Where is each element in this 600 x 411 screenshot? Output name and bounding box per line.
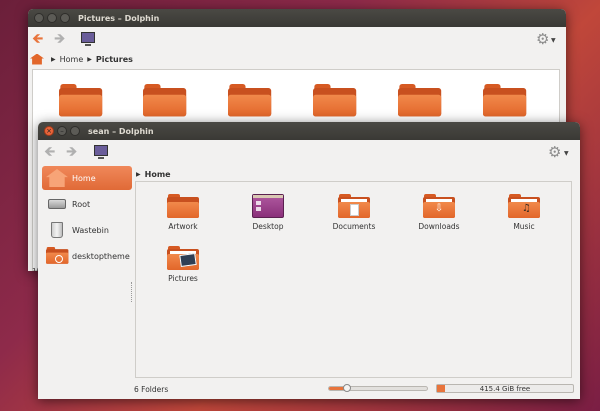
folder-icon [167, 194, 199, 218]
panel-splitter[interactable] [131, 282, 134, 302]
zoom-slider-handle[interactable] [342, 384, 351, 392]
drive-icon [46, 195, 68, 213]
folder-item-music[interactable]: ♫ Music [494, 194, 554, 231]
front-window-titlebar[interactable]: × – sean – Dolphin [38, 122, 580, 140]
chevron-right-icon: ▶ [87, 55, 92, 63]
folder-music-icon: ♫ [508, 194, 540, 218]
monitor-icon[interactable] [94, 145, 108, 159]
breadcrumb: ▶ Home ▶ Pictures [28, 51, 566, 67]
breadcrumb: ▶ Home [136, 166, 171, 182]
sidebar-item-root[interactable]: Root [42, 192, 132, 216]
folder-documents-icon [338, 194, 370, 218]
back-arrow-icon[interactable]: 🡸 [44, 145, 55, 159]
folder-item-documents[interactable]: Documents [324, 194, 384, 231]
sidebar-item-label: Wastebin [72, 225, 109, 235]
sidebar-item-label: desktoptheme [72, 251, 130, 261]
minimize-button[interactable]: – [57, 126, 67, 136]
sidebar-item-wastebin[interactable]: Wastebin [42, 218, 132, 242]
free-space-label: 415.4 GiB free [479, 385, 531, 393]
folder-icon[interactable] [313, 84, 357, 117]
folder-label: Desktop [252, 222, 284, 231]
places-panel: Home Root Wastebin desktoptheme [42, 166, 132, 383]
folder-label: Music [513, 222, 535, 231]
sidebar-item-home[interactable]: Home [42, 166, 132, 190]
folder-item-artwork[interactable]: Artwork [153, 194, 213, 231]
maximize-button[interactable] [70, 126, 80, 136]
folder-label: Documents [332, 222, 376, 231]
folder-label: Pictures [168, 274, 198, 283]
chevron-down-icon[interactable]: ▼ [551, 37, 556, 44]
forward-arrow-icon[interactable]: 🡺 [66, 145, 77, 159]
file-view[interactable]: Artwork Desktop Documents ⇩ Downloads ♫ … [135, 181, 572, 378]
back-arrow-icon[interactable]: 🡸 [32, 32, 43, 46]
front-window[interactable]: × – sean – Dolphin 🡸 🡺 ⚙ ▼ Home Root Was… [38, 122, 580, 399]
folder-icon[interactable] [228, 84, 272, 117]
home-icon [46, 169, 68, 187]
close-button[interactable] [34, 13, 44, 23]
folder-pictures-icon [167, 246, 199, 270]
folder-search-icon [46, 247, 69, 265]
zoom-slider[interactable] [328, 384, 428, 392]
forward-arrow-icon[interactable]: 🡺 [54, 32, 65, 46]
music-note-icon: ♫ [522, 203, 531, 214]
folder-icon[interactable] [398, 84, 442, 117]
folder-item-downloads[interactable]: ⇩ Downloads [409, 194, 469, 231]
gear-icon[interactable]: ⚙ [536, 30, 549, 48]
folder-icon[interactable] [59, 84, 103, 117]
breadcrumb-home[interactable]: Home [60, 55, 84, 64]
toolbar: 🡸 🡺 ⚙ ▼ [38, 140, 580, 164]
folder-label: Downloads [418, 222, 460, 231]
folder-item-pictures[interactable]: Pictures [153, 246, 213, 283]
home-icon[interactable] [30, 53, 44, 65]
sidebar-item-label: Root [72, 199, 91, 209]
folder-count: 6 Folders [134, 384, 169, 394]
sidebar-item-desktoptheme[interactable]: desktoptheme [42, 244, 132, 268]
chevron-right-icon: ▶ [136, 170, 141, 178]
breadcrumb-home[interactable]: Home [145, 170, 171, 179]
window-title: Pictures – Dolphin [78, 13, 160, 23]
free-space-bar: 415.4 GiB free [436, 384, 574, 393]
download-arrow-icon: ⇩ [434, 203, 444, 214]
chevron-right-icon: ▶ [51, 55, 56, 63]
folder-desktop-icon [252, 194, 284, 218]
maximize-button[interactable] [60, 13, 70, 23]
breadcrumb-pictures[interactable]: Pictures [96, 55, 133, 64]
folder-icon[interactable] [483, 84, 527, 117]
sidebar-item-label: Home [72, 173, 96, 183]
folder-icon[interactable] [143, 84, 187, 117]
gear-icon[interactable]: ⚙ [548, 143, 561, 161]
status-bar: 6 Folders 415.4 GiB free [134, 383, 574, 395]
close-button[interactable]: × [44, 126, 54, 136]
folder-label: Artwork [168, 222, 198, 231]
monitor-icon[interactable] [81, 32, 95, 46]
folder-item-desktop[interactable]: Desktop [238, 194, 298, 231]
window-title: sean – Dolphin [88, 126, 154, 136]
toolbar: 🡸 🡺 ⚙ ▼ [28, 27, 566, 51]
minimize-button[interactable] [47, 13, 57, 23]
trash-icon [46, 221, 68, 239]
chevron-down-icon[interactable]: ▼ [564, 150, 569, 157]
back-window-titlebar[interactable]: Pictures – Dolphin [28, 9, 566, 27]
folder-downloads-icon: ⇩ [423, 194, 455, 218]
